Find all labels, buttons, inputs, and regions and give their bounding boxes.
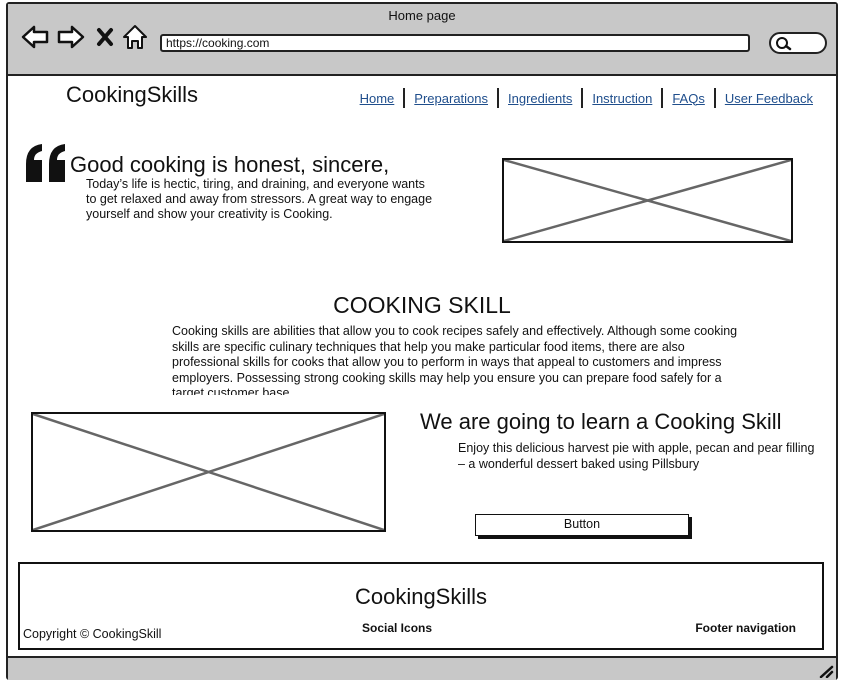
- back-arrow-icon[interactable]: [20, 24, 50, 50]
- browser-chrome: Home page https://cooking.com: [8, 4, 836, 76]
- footer-logo[interactable]: CookingSkills: [20, 584, 822, 610]
- hero-description: Today’s life is hectic, tiring, and drai…: [86, 177, 433, 221]
- feature-heading: We are going to learn a Cooking Skill: [420, 409, 782, 434]
- nav-faqs[interactable]: FAQs: [663, 91, 714, 106]
- search-icon: [776, 37, 792, 51]
- nav-user-feedback[interactable]: User Feedback: [716, 91, 822, 106]
- hero-heading: Good cooking is honest, sincere,: [70, 152, 390, 177]
- quote-icon: [26, 144, 65, 182]
- url-text: https://cooking.com: [166, 36, 270, 50]
- resize-grip-icon[interactable]: [818, 664, 834, 678]
- footer: CookingSkills Copyright © CookingSkill S…: [18, 562, 824, 650]
- nav-preparations[interactable]: Preparations: [405, 91, 497, 106]
- forward-arrow-icon[interactable]: [56, 24, 86, 50]
- hero-image-placeholder: [502, 158, 793, 243]
- search-button[interactable]: [769, 32, 827, 54]
- home-icon[interactable]: [122, 24, 148, 50]
- feature-description: Enjoy this delicious harvest pie with ap…: [458, 441, 815, 471]
- section-heading: COOKING SKILL: [333, 292, 511, 318]
- close-x-icon[interactable]: [96, 27, 114, 47]
- window-title: Home page: [388, 8, 456, 23]
- url-bar[interactable]: https://cooking.com: [160, 34, 750, 52]
- site-logo[interactable]: CookingSkills: [66, 82, 198, 108]
- feature-image-placeholder: [31, 412, 386, 532]
- nav-home[interactable]: Home: [351, 91, 404, 106]
- status-bar: [8, 656, 836, 680]
- footer-navigation[interactable]: Footer navigation: [695, 621, 796, 635]
- nav-instruction[interactable]: Instruction: [583, 91, 661, 106]
- browser-window: Home page https://cooking.com CookingSki…: [6, 2, 838, 680]
- section-paragraph: Cooking skills are abilities that allow …: [172, 324, 738, 395]
- nav-ingredients[interactable]: Ingredients: [499, 91, 581, 106]
- footer-social-icons[interactable]: Social Icons: [362, 621, 432, 635]
- main-navigation: Home Preparations Ingredients Instructio…: [351, 88, 822, 108]
- footer-copyright: Copyright © CookingSkill: [23, 627, 162, 641]
- cta-button[interactable]: Button: [475, 514, 689, 536]
